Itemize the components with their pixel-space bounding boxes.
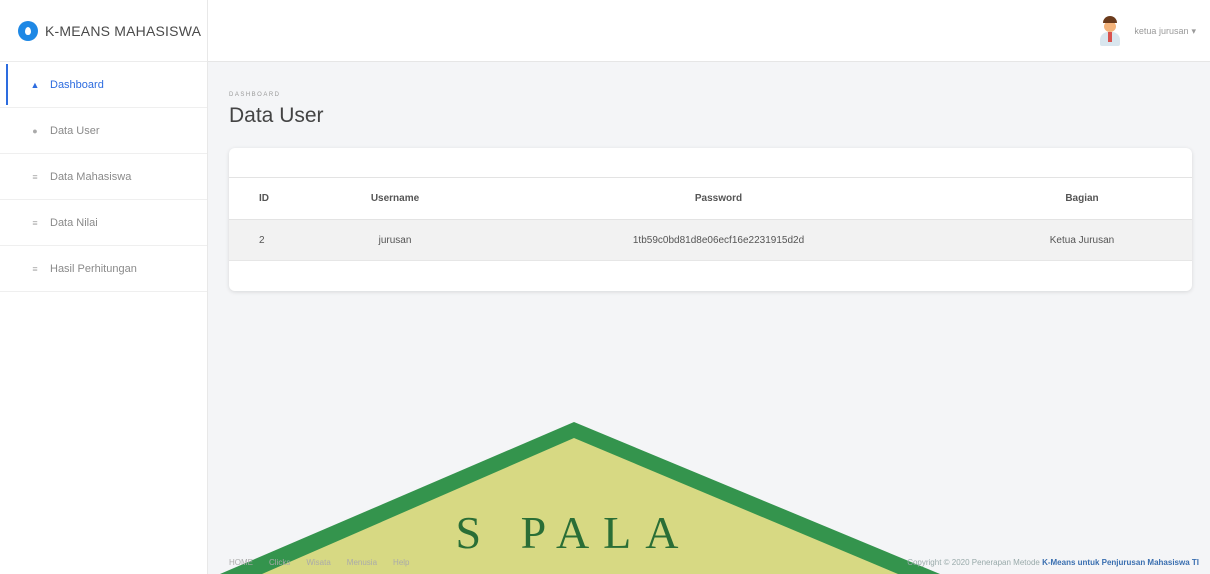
sidebar-item-label: Data Mahasiswa (50, 170, 132, 183)
footer: HOME Clicks Wisata Menusia Help Copyrigh… (229, 558, 1199, 572)
avatar (1098, 16, 1122, 46)
sidebar-item-label: Dashboard (50, 78, 104, 91)
breadcrumb: DASHBOARD (229, 92, 281, 98)
list-icon: ≡ (32, 217, 38, 228)
copyright-prefix: Copyright © 2020 Penerapan Metode (907, 558, 1040, 567)
watermark-text: S PALA (456, 507, 693, 558)
sidebar-item-data-user[interactable]: ● Data User (0, 108, 207, 154)
list-icon: ≡ (32, 263, 38, 274)
sidebar-item-label: Data User (50, 124, 100, 137)
brand-logo-icon (18, 20, 38, 41)
page-title: Data User (229, 104, 324, 127)
brand-name: K-MEANS MAHASISWA (45, 22, 202, 39)
sidebar-item-dashboard[interactable]: ▲ Dashboard (0, 62, 207, 108)
user-menu[interactable]: ketua jurusan ▾ (1098, 16, 1196, 46)
footer-links: HOME Clicks Wisata Menusia Help (229, 558, 426, 567)
footer-link-menusia[interactable]: Menusia (347, 558, 377, 567)
cell-username: jurusan (325, 219, 465, 261)
sidebar-item-hasil-perhitungan[interactable]: ≡ Hasil Perhitungan (0, 246, 207, 292)
table-header-row: ID Username Password Bagian (229, 177, 1192, 220)
sidebar-item-data-nilai[interactable]: ≡ Data Nilai (0, 200, 207, 246)
column-header-username[interactable]: Username (325, 177, 465, 220)
user-name: ketua jurusan (1134, 26, 1189, 36)
footer-copyright: Copyright © 2020 Penerapan Metode K-Mean… (907, 558, 1199, 567)
data-user-table: ID Username Password Bagian 2 jurusan 1t… (229, 177, 1192, 261)
topbar: ketua jurusan ▾ (208, 0, 1210, 62)
home-icon: ▲ (30, 79, 40, 90)
sidebar-item-data-mahasiswa[interactable]: ≡ Data Mahasiswa (0, 154, 207, 200)
sidebar-item-label: Hasil Perhitungan (50, 262, 137, 275)
cell-id: 2 (229, 219, 325, 261)
column-header-password[interactable]: Password (465, 177, 972, 220)
footer-link-home[interactable]: HOME (229, 558, 253, 567)
data-user-card: ID Username Password Bagian 2 jurusan 1t… (229, 148, 1192, 291)
copyright-title: K-Means untuk Penjurusan Mahasiswa TI (1042, 558, 1199, 567)
cell-password: 1tb59c0bd81d8e06ecf16e2231915d2d (465, 219, 972, 261)
footer-link-wisata[interactable]: Wisata (306, 558, 330, 567)
chevron-down-icon: ▾ (1191, 25, 1196, 36)
footer-link-help[interactable]: Help (393, 558, 409, 567)
table-row: 2 jurusan 1tb59c0bd81d8e06ecf16e2231915d… (229, 219, 1192, 261)
cell-bagian: Ketua Jurusan (972, 219, 1192, 261)
user-icon: ● (32, 125, 38, 136)
list-icon: ≡ (32, 171, 38, 182)
footer-link-clicks[interactable]: Clicks (269, 558, 290, 567)
column-header-bagian[interactable]: Bagian (972, 177, 1192, 220)
brand[interactable]: K-MEANS MAHASISWA (0, 0, 207, 62)
sidebar: K-MEANS MAHASISWA ▲ Dashboard ● Data Use… (0, 0, 208, 574)
column-header-id[interactable]: ID (229, 177, 325, 220)
sidebar-item-label: Data Nilai (50, 216, 98, 229)
